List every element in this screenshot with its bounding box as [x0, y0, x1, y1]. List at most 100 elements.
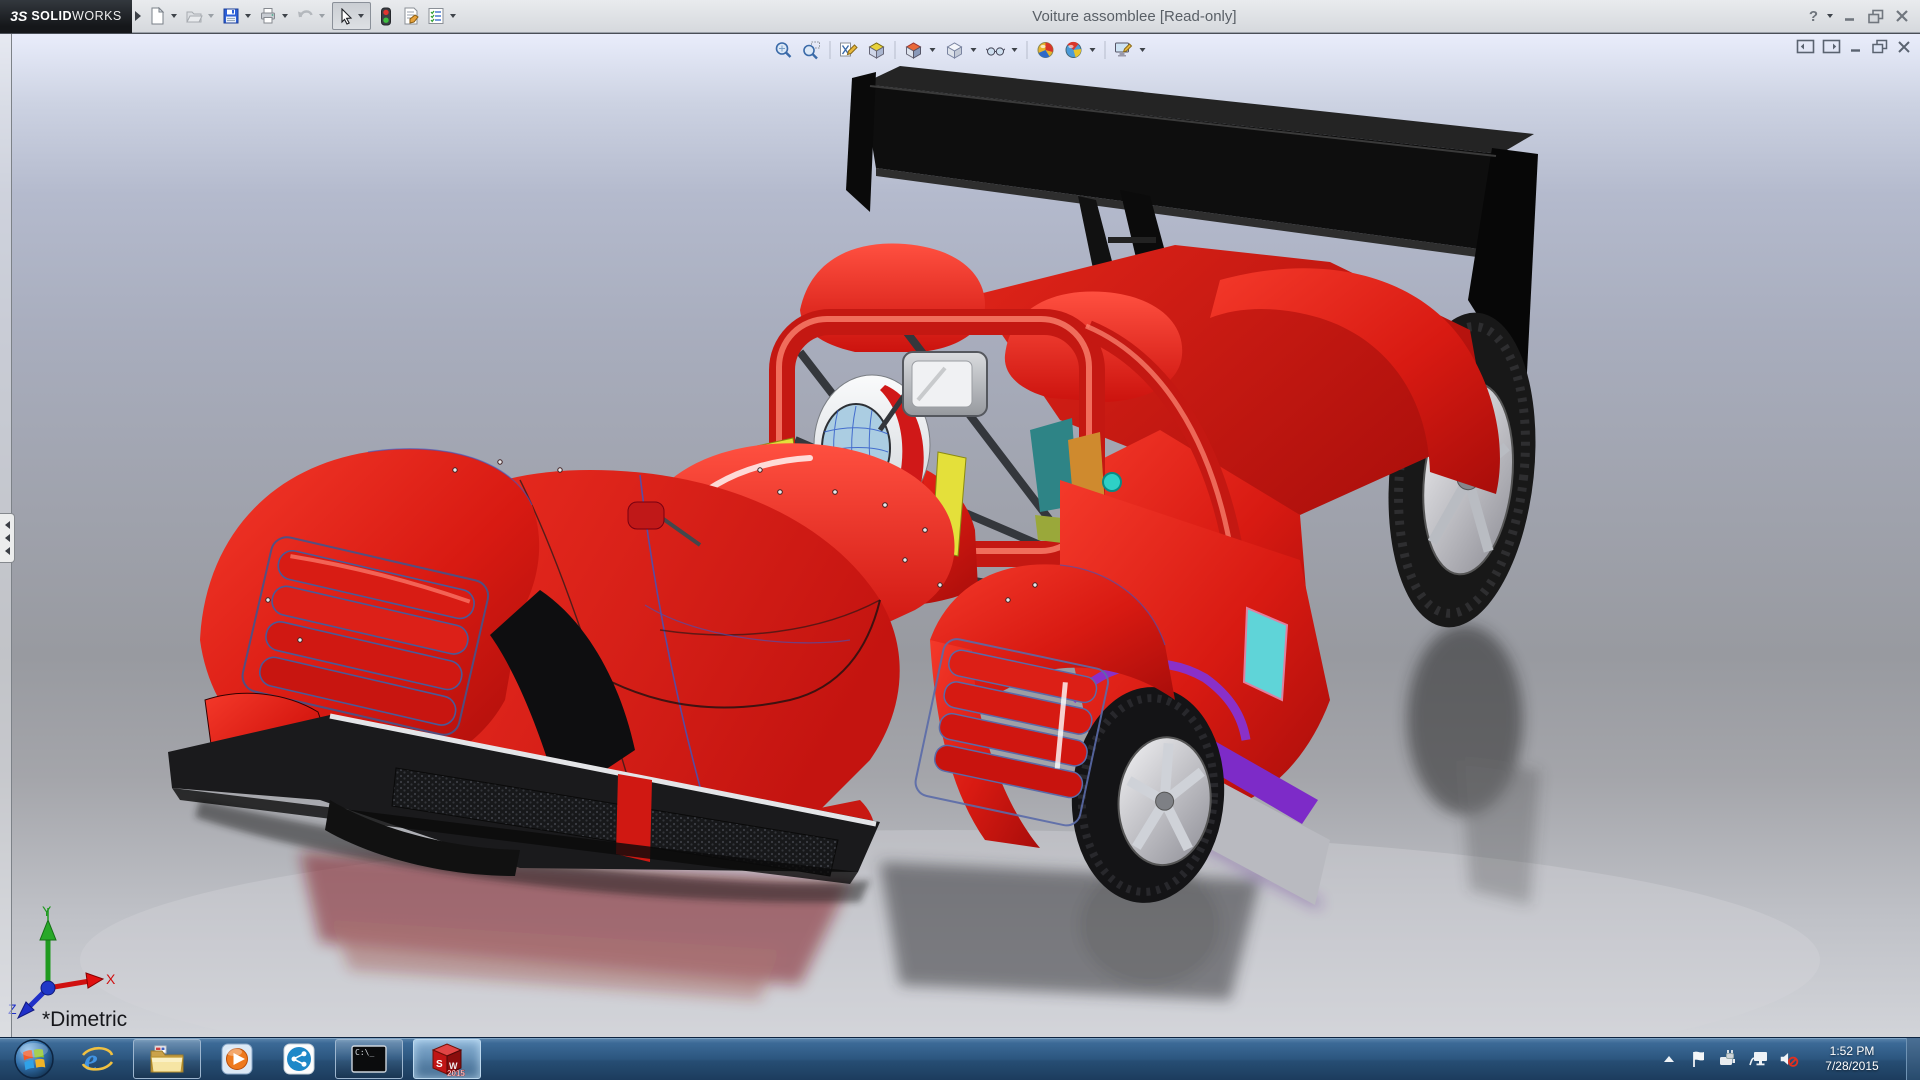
feature-manager-tab[interactable] — [0, 513, 15, 563]
pane-left-button[interactable] — [1796, 39, 1815, 54]
restore-button[interactable] — [1867, 9, 1885, 24]
hidden-icons-button[interactable] — [1658, 1048, 1680, 1070]
rebuild-button[interactable] — [374, 3, 398, 29]
power-button[interactable] — [1718, 1048, 1740, 1070]
section-view-icon — [867, 40, 887, 60]
help-button[interactable]: ? — [1809, 8, 1818, 25]
hud-separator — [1027, 41, 1028, 59]
ds-logo-mark: 3S — [10, 8, 27, 24]
select-button[interactable] — [335, 3, 357, 29]
previous-view-button[interactable] — [836, 38, 862, 62]
command-prompt-icon: C:\_ — [351, 1044, 387, 1074]
view-settings-button[interactable] — [1111, 38, 1137, 62]
mdi-restore-button[interactable] — [1871, 39, 1889, 54]
start-button[interactable] — [12, 1036, 56, 1080]
save-dropdown[interactable] — [245, 14, 251, 18]
main-toolbar — [145, 2, 460, 30]
heads-up-toolbar — [771, 38, 1150, 62]
view-orientation-button[interactable] — [901, 38, 927, 62]
open-document-button[interactable] — [182, 3, 206, 29]
scene-canvas[interactable]: Y X Z — [0, 33, 1920, 1037]
action-center-button[interactable] — [1688, 1048, 1710, 1070]
print-icon — [259, 7, 277, 25]
volume-button[interactable] — [1778, 1048, 1800, 1070]
select-dropdown[interactable] — [358, 14, 364, 18]
share-app-icon — [282, 1042, 316, 1076]
hud-separator — [895, 41, 896, 59]
taskbar-solidworks[interactable]: S W 2015 — [413, 1039, 481, 1079]
taskbar-windows-explorer[interactable] — [133, 1039, 201, 1079]
new-dropdown[interactable] — [171, 14, 177, 18]
brand-text: SOLIDWORKS — [31, 9, 121, 23]
zoom-to-fit-button[interactable] — [771, 38, 797, 62]
hud-separator — [830, 41, 831, 59]
apply-scene-button[interactable] — [1061, 38, 1087, 62]
options-button[interactable] — [424, 3, 448, 29]
mdi-restore-icon — [1871, 39, 1889, 54]
edit-appearance-button[interactable] — [1033, 38, 1059, 62]
mdi-window-controls — [1796, 39, 1912, 54]
zoom-to-area-button[interactable] — [799, 38, 825, 62]
menu-flyout-arrow[interactable] — [135, 11, 141, 21]
clock-date: 7/28/2015 — [1808, 1059, 1896, 1074]
apply-scene-icon — [1064, 40, 1084, 60]
restore-icon — [1867, 9, 1885, 24]
clock-time: 1:52 PM — [1808, 1044, 1896, 1059]
action-center-flag-icon — [1688, 1048, 1710, 1070]
volume-muted-icon — [1778, 1048, 1800, 1070]
undo-dropdown[interactable] — [319, 14, 325, 18]
print-button[interactable] — [256, 3, 280, 29]
mdi-close-button[interactable] — [1896, 40, 1912, 54]
file-properties-button[interactable] — [399, 3, 423, 29]
mdi-close-icon — [1896, 40, 1912, 54]
windows-start-icon — [12, 1036, 56, 1080]
hide-show-items-button[interactable] — [983, 38, 1009, 62]
new-document-button[interactable] — [145, 3, 169, 29]
pane-right-button[interactable] — [1822, 39, 1841, 54]
open-dropdown[interactable] — [208, 14, 214, 18]
section-view-button[interactable] — [864, 38, 890, 62]
taskbar-clock[interactable]: 1:52 PM7/28/2015 — [1808, 1044, 1896, 1074]
zoom-to-area-icon — [802, 40, 822, 60]
titlebar: 3S SOLIDWORKS — [0, 0, 1920, 33]
edit-appearance-icon — [1036, 40, 1056, 60]
pane-right-icon — [1822, 39, 1841, 54]
display-style-button[interactable] — [942, 38, 968, 62]
view-orientation-dropdown[interactable] — [930, 48, 936, 52]
previous-view-icon — [839, 40, 859, 60]
options-dropdown[interactable] — [450, 14, 456, 18]
save-button[interactable] — [219, 3, 243, 29]
undo-icon — [296, 7, 314, 25]
pane-left-icon — [1796, 39, 1815, 54]
taskbar-internet-explorer[interactable]: e — [71, 1039, 123, 1079]
show-desktop-button[interactable] — [1906, 1038, 1920, 1080]
view-orientation-icon — [904, 40, 924, 60]
triad-x-label: X — [106, 971, 116, 987]
help-dropdown[interactable] — [1827, 14, 1833, 18]
taskbar-share-app[interactable] — [273, 1039, 325, 1079]
minimize-button[interactable] — [1842, 9, 1858, 23]
select-button-group — [332, 2, 371, 30]
triad-y-label: Y — [42, 903, 52, 919]
mdi-minimize-icon — [1848, 39, 1864, 54]
network-button[interactable] — [1748, 1048, 1770, 1070]
media-player-icon — [220, 1042, 254, 1076]
print-dropdown[interactable] — [282, 14, 288, 18]
apply-scene-dropdown[interactable] — [1090, 48, 1096, 52]
view-settings-icon — [1114, 40, 1134, 60]
svg-text:C:\_: C:\_ — [355, 1048, 374, 1057]
taskbar-media-player[interactable] — [211, 1039, 263, 1079]
mdi-minimize-button[interactable] — [1848, 39, 1864, 54]
hide-show-dropdown[interactable] — [1012, 48, 1018, 52]
close-button[interactable] — [1894, 9, 1910, 23]
car-model[interactable] — [168, 66, 1550, 908]
view-settings-dropdown[interactable] — [1140, 48, 1146, 52]
solidworks-2015-icon: S W 2015 — [428, 1040, 466, 1078]
document-title: Voiture assomblee [Read-only] — [460, 8, 1809, 25]
system-tray: 1:52 PM7/28/2015 — [1658, 1044, 1900, 1074]
undo-button[interactable] — [293, 3, 317, 29]
taskbar-command-prompt[interactable]: C:\_ — [335, 1039, 403, 1079]
close-icon — [1894, 9, 1910, 23]
head-fairing-left — [800, 244, 985, 352]
display-style-dropdown[interactable] — [971, 48, 977, 52]
